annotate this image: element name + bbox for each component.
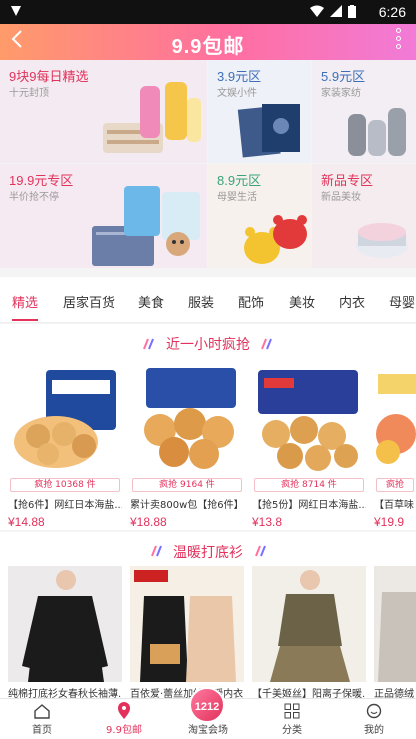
towels-bottles-image: [103, 82, 201, 153]
status-bar: 6:26: [0, 0, 416, 24]
category-title: 8.9元区: [217, 173, 262, 188]
home-icon: [34, 704, 50, 719]
category-title: 3.9元区: [217, 69, 262, 84]
product-card[interactable]: 【千美姬丝】阳离子保暖...: [252, 566, 366, 700]
product-card[interactable]: 疯抢 9164 件 累计卖800w包【抢6件】... ¥18.88: [130, 364, 244, 529]
wifi-icon: [310, 5, 324, 17]
product-image: [130, 566, 244, 682]
more-vertical-icon[interactable]: [396, 28, 402, 49]
product-image: [8, 566, 122, 682]
category-tabs: 精选 居家百货 美食 服装 配饰 美妆 内衣 母婴: [0, 277, 416, 323]
category-grid: 9块9每日精选 十元封顶 3.9元区 文娱小件 5.9元区 家装家纺 19.9元…: [0, 60, 416, 268]
category-3-9[interactable]: 3.9元区 文娱小件: [208, 60, 311, 163]
product-price: ¥14.88: [8, 515, 45, 529]
tab-home-goods[interactable]: 居家百货: [63, 292, 115, 311]
cream-jar-image: [356, 223, 408, 258]
nav-label: 首页: [32, 725, 52, 736]
category-title: 5.9元区: [321, 69, 366, 84]
product-card[interactable]: 疯抢 8714 件 【抢5份】网红日本海盐... ¥13.8: [252, 364, 366, 529]
tab-food[interactable]: 美食: [138, 292, 164, 311]
product-name: 累计卖800w包【抢6件】...: [130, 500, 244, 511]
product-name: 【百草味: [374, 500, 414, 511]
category-subtitle: 十元封顶: [9, 88, 49, 99]
category-title: 19.9元专区: [9, 173, 74, 188]
product-price: ¥19.9: [374, 515, 405, 529]
product-name: 【抢6件】网红日本海盐...: [8, 500, 122, 511]
nav-label: 9.9包邮: [106, 725, 142, 736]
product-price: ¥18.88: [130, 515, 167, 529]
page-title: 9.9包邮: [171, 36, 245, 58]
category-19-9[interactable]: 19.9元专区 半价抢不停: [0, 164, 207, 268]
nav-category[interactable]: 分类: [252, 701, 332, 736]
category-subtitle: 半价抢不停: [9, 192, 59, 203]
tab-baby[interactable]: 母婴: [389, 292, 415, 311]
sold-badge: 疯抢: [376, 478, 414, 492]
tab-underwear[interactable]: 内衣: [339, 292, 365, 311]
product-image: [130, 364, 244, 474]
tab-featured[interactable]: 精选: [12, 292, 38, 311]
section-header-flash: 近一小时疯抢: [0, 324, 416, 364]
product-card[interactable]: 疯抢 10368 件 【抢6件】网红日本海盐... ¥14.88: [8, 364, 122, 529]
product-card[interactable]: 纯棉打底衫女春秋长袖薄...: [8, 566, 122, 700]
section-title: 近一小时疯抢: [166, 336, 250, 352]
app-header: 9.9包邮: [0, 24, 416, 60]
warm-products: 纯棉打底衫女春秋长袖薄... 百依爱·蕾丝加绒保暖内衣... 【千美姬丝】阳离子…: [0, 566, 416, 700]
category-8-9[interactable]: 8.9元区 母婴生活: [208, 164, 311, 268]
product-image: [252, 566, 366, 682]
grid-icon: [284, 703, 300, 719]
notebooks-image: [237, 104, 300, 158]
category-subtitle: 母婴生活: [217, 192, 257, 203]
tab-clothing[interactable]: 服装: [188, 292, 214, 311]
category-subtitle: 新品美妆: [321, 192, 361, 203]
diapers-dog-image: [92, 186, 200, 266]
baby-hats-image: [244, 215, 307, 264]
user-icon: [366, 703, 382, 719]
slash-decor-icon: [255, 545, 266, 557]
product-image: [252, 364, 366, 474]
product-card[interactable]: 正品德绒: [374, 566, 416, 700]
category-daily-picks[interactable]: 9块9每日精选 十元封顶: [0, 60, 207, 163]
signal-icon: [330, 5, 342, 17]
product-card[interactable]: 疯抢 【百草味 ¥19.9: [374, 364, 416, 529]
nav-9-9[interactable]: 9.9包邮: [84, 701, 164, 736]
sold-badge: 疯抢 9164 件: [132, 478, 242, 492]
fab-icon[interactable]: 1212: [189, 687, 225, 723]
location-icon: [118, 702, 130, 719]
nav-label: 我的: [364, 725, 384, 736]
product-card[interactable]: 百依爱·蕾丝加绒保暖内衣...: [130, 566, 244, 700]
section-title: 温暖打底衫: [173, 544, 243, 560]
app-notification-icon: [8, 3, 24, 23]
tab-beauty[interactable]: 美妆: [289, 292, 315, 311]
product-price: ¥13.8: [252, 515, 283, 529]
tab-active-indicator: [12, 319, 38, 321]
storage-bottles-image: [348, 108, 406, 156]
sold-badge: 疯抢 10368 件: [10, 478, 120, 492]
category-subtitle: 家装家纺: [321, 88, 361, 99]
category-title: 9块9每日精选: [9, 69, 89, 84]
category-5-9[interactable]: 5.9元区 家装家纺: [312, 60, 416, 163]
nav-label: 分类: [282, 725, 302, 736]
battery-icon: [348, 5, 356, 18]
category-title: 新品专区: [321, 173, 374, 188]
product-image: [374, 364, 416, 474]
product-name: 【抢5份】网红日本海盐...: [252, 500, 366, 511]
sold-badge: 疯抢 8714 件: [254, 478, 364, 492]
tab-accessories[interactable]: 配饰: [238, 292, 264, 311]
nav-home[interactable]: 首页: [2, 701, 82, 736]
slash-decor-icon: [261, 338, 272, 350]
flash-products: 疯抢 10368 件 【抢6件】网红日本海盐... ¥14.88 疯抢 9164…: [0, 364, 416, 530]
nav-mine[interactable]: 我的: [334, 701, 414, 736]
product-image: [374, 566, 416, 682]
category-new[interactable]: 新品专区 新品美妆: [312, 164, 416, 268]
category-subtitle: 文娱小件: [217, 88, 257, 99]
product-image: [8, 364, 122, 474]
status-time: 6:26: [378, 4, 406, 20]
